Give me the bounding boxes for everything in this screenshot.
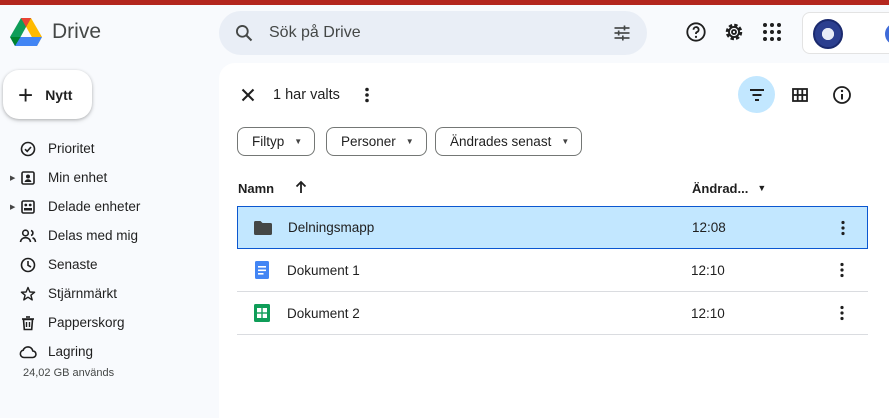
selection-count: 1 har valts <box>273 87 340 103</box>
file-name: Dokument 1 <box>287 262 360 278</box>
sidebar-nav: Prioritet ▶ Min enhet ▶ Delade enheter D… <box>0 134 210 366</box>
file-row[interactable]: Dokument 1 12:10 <box>237 249 868 292</box>
file-modified-time: 12:08 <box>692 220 726 235</box>
google-docs-icon <box>252 260 272 280</box>
sidebar-item-label: Delade enheter <box>48 199 141 214</box>
people-icon <box>19 227 37 245</box>
app-name: Drive <box>52 20 102 43</box>
drive-logo-icon <box>10 18 42 46</box>
file-modified-time: 12:10 <box>691 262 725 278</box>
settings-gear-icon[interactable] <box>722 20 746 44</box>
apps-grid-icon[interactable] <box>760 20 784 44</box>
column-label: Namn <box>238 180 275 196</box>
new-button[interactable]: + Nytt <box>3 70 92 119</box>
clock-icon <box>19 256 37 274</box>
search-input[interactable]: Sök på Drive <box>269 24 611 42</box>
sidebar-item-trash[interactable]: Papperskorg <box>0 308 210 337</box>
filter-people-chip[interactable]: Personer ▼ <box>326 127 427 156</box>
top-accent-bar <box>0 0 889 5</box>
sidebar-item-label: Prioritet <box>48 141 95 156</box>
expand-caret-icon[interactable]: ▶ <box>10 174 15 182</box>
dropdown-arrow-icon: ▼ <box>561 137 570 146</box>
new-button-label: Nytt <box>45 86 73 103</box>
chip-label: Filtyp <box>252 134 285 149</box>
file-row[interactable]: Dokument 2 12:10 <box>237 292 868 335</box>
sidebar-item-shared-with-me[interactable]: Delas med mig <box>0 221 210 250</box>
main-panel: 1 har valts Filtyp ▼ Personer ▼ Ändrades… <box>219 63 889 418</box>
column-header-name[interactable]: Namn <box>238 178 308 198</box>
filter-modified-chip[interactable]: Ändrades senast ▼ <box>435 127 583 156</box>
account-switcher[interactable] <box>802 12 889 54</box>
file-name: Delningsmapp <box>288 220 375 235</box>
filter-view-icon[interactable] <box>738 76 775 113</box>
help-icon[interactable] <box>684 20 708 44</box>
dropdown-arrow-icon: ▼ <box>757 183 767 193</box>
search-options-icon[interactable] <box>611 22 633 44</box>
trash-icon <box>19 314 37 332</box>
sidebar-item-label: Papperskorg <box>48 315 125 330</box>
shared-drives-icon <box>19 198 37 216</box>
grid-view-icon[interactable] <box>789 84 811 106</box>
dropdown-arrow-icon: ▼ <box>405 137 414 146</box>
sidebar-item-label: Delas med mig <box>48 228 139 243</box>
priority-check-icon <box>19 140 37 158</box>
file-modified-time: 12:10 <box>691 305 725 321</box>
chip-label: Ändrades senast <box>450 134 552 149</box>
plus-icon: + <box>18 79 34 110</box>
close-icon[interactable] <box>238 85 258 105</box>
storage-usage-text: 24,02 GB används <box>23 367 115 379</box>
expand-caret-icon[interactable]: ▶ <box>10 203 15 211</box>
drive-logo[interactable]: Drive <box>10 16 101 48</box>
more-actions-icon[interactable] <box>833 261 851 279</box>
sidebar-item-storage[interactable]: Lagring <box>0 337 210 366</box>
more-actions-icon[interactable] <box>834 219 852 237</box>
organization-logo <box>813 19 843 49</box>
cloud-icon <box>19 343 37 361</box>
google-sheets-icon <box>252 303 272 323</box>
my-drive-icon <box>19 169 37 187</box>
sidebar-item-my-drive[interactable]: ▶ Min enhet <box>0 163 210 192</box>
file-name: Dokument 2 <box>287 305 360 321</box>
sidebar-item-shared-drives[interactable]: ▶ Delade enheter <box>0 192 210 221</box>
file-list: Delningsmapp 12:08 Dokument 1 12:10 Doku… <box>237 206 868 335</box>
sidebar-item-label: Lagring <box>48 344 94 359</box>
sidebar-item-priority[interactable]: Prioritet <box>0 134 210 163</box>
column-header-modified[interactable]: Ändrad... ▼ <box>692 178 766 198</box>
search-bar[interactable]: Sök på Drive <box>219 11 647 55</box>
sidebar-item-label: Min enhet <box>48 170 108 185</box>
search-icon[interactable] <box>233 22 255 44</box>
folder-icon <box>253 218 273 238</box>
sort-up-arrow-icon[interactable] <box>294 180 308 197</box>
filter-type-chip[interactable]: Filtyp ▼ <box>237 127 316 156</box>
dropdown-arrow-icon: ▼ <box>294 137 303 146</box>
star-icon <box>19 285 37 303</box>
more-actions-icon[interactable] <box>357 85 377 105</box>
sidebar-item-label: Senaste <box>48 257 98 272</box>
sidebar-item-recent[interactable]: Senaste <box>0 250 210 279</box>
selection-toolbar: 1 har valts <box>219 63 889 125</box>
column-label: Ändrad... <box>692 180 749 196</box>
chip-label: Personer <box>341 134 396 149</box>
sidebar-item-starred[interactable]: Stjärnmärkt <box>0 279 210 308</box>
info-icon[interactable] <box>831 84 853 106</box>
avatar[interactable] <box>885 23 889 45</box>
sidebar-item-label: Stjärnmärkt <box>48 286 118 301</box>
more-actions-icon[interactable] <box>833 304 851 322</box>
file-row[interactable]: Delningsmapp 12:08 <box>237 206 868 249</box>
